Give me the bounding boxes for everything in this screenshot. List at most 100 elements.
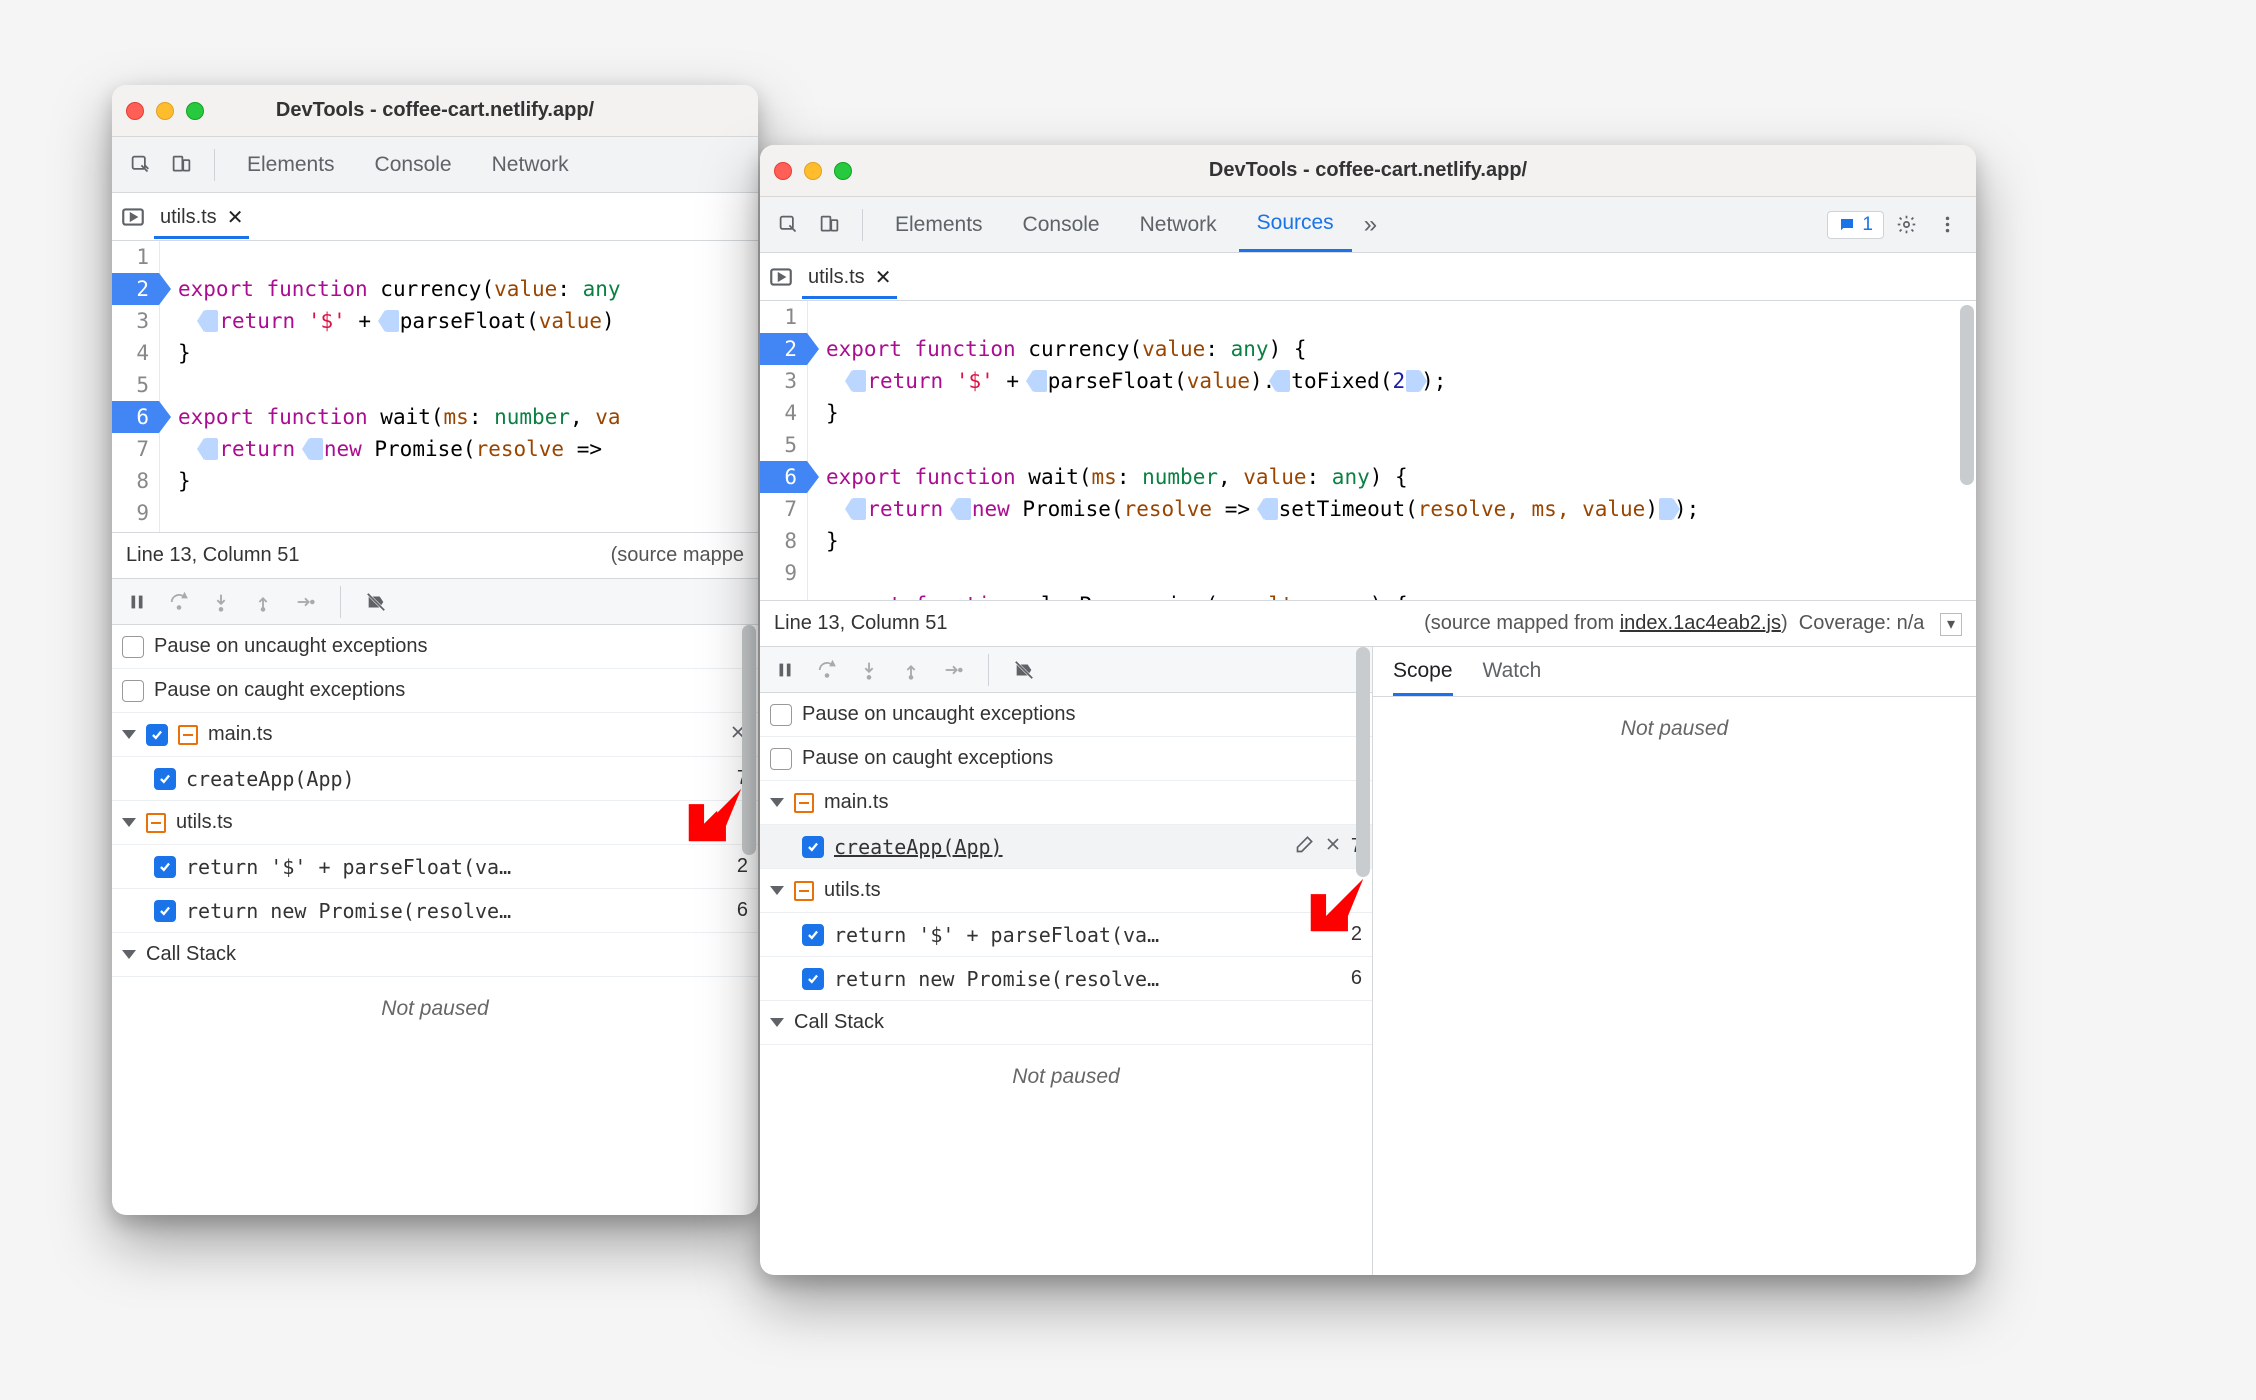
- group-checkbox[interactable]: [146, 724, 168, 746]
- scrollbar[interactable]: [742, 625, 756, 855]
- devtools-toolbar: Elements Console Network: [112, 137, 758, 193]
- bp-item[interactable]: return '$' + parseFloat(va… 2: [760, 913, 1372, 957]
- step-into-icon[interactable]: [204, 585, 238, 619]
- inspect-element-icon[interactable]: [122, 148, 159, 181]
- bp-checkbox[interactable]: [154, 768, 176, 790]
- pause-icon[interactable]: [768, 653, 802, 687]
- bp-item[interactable]: createApp(App) 7: [760, 825, 1372, 869]
- scrollbar[interactable]: [1960, 305, 1974, 485]
- step-out-icon[interactable]: [894, 653, 928, 687]
- inspect-element-icon[interactable]: [770, 208, 807, 241]
- issues-badge[interactable]: 1: [1827, 211, 1884, 239]
- bp-item[interactable]: createApp(App) 7: [112, 757, 758, 801]
- minimize-window-button[interactable]: [156, 102, 174, 120]
- checkbox-pause-caught[interactable]: [770, 748, 792, 770]
- maximize-window-button[interactable]: [834, 162, 852, 180]
- expand-caret-icon[interactable]: [770, 1018, 784, 1027]
- maximize-window-button[interactable]: [186, 102, 204, 120]
- kebab-menu-icon[interactable]: [1929, 208, 1966, 241]
- minimize-window-button[interactable]: [804, 162, 822, 180]
- step-icon[interactable]: [936, 653, 970, 687]
- bp-item[interactable]: return '$' + parseFloat(va… 2: [112, 845, 758, 889]
- file-tab-utils[interactable]: utils.ts ✕: [802, 255, 897, 299]
- bp-group-utils[interactable]: utils.ts: [760, 869, 1372, 913]
- bp-line: 6: [1351, 967, 1362, 990]
- not-paused-label: Not paused: [760, 1045, 1372, 1099]
- titlebar: DevTools - coffee-cart.netlify.app/: [760, 145, 1976, 197]
- tab-watch[interactable]: Watch: [1483, 659, 1542, 696]
- call-stack-header[interactable]: Call Stack: [112, 933, 758, 977]
- call-stack-header[interactable]: Call Stack: [760, 1001, 1372, 1045]
- step-over-icon[interactable]: [810, 653, 844, 687]
- expand-caret-icon[interactable]: [122, 818, 136, 827]
- tab-elements[interactable]: Elements: [229, 143, 353, 187]
- traffic-lights: [774, 162, 852, 180]
- bp-file-label: main.ts: [824, 791, 888, 814]
- tab-console[interactable]: Console: [357, 143, 470, 187]
- file-tabs: utils.ts ✕: [112, 193, 758, 241]
- step-into-icon[interactable]: [852, 653, 886, 687]
- bp-checkbox[interactable]: [154, 900, 176, 922]
- gutter[interactable]: 1234 56789: [760, 301, 808, 600]
- navigator-toggle-icon[interactable]: [120, 204, 146, 230]
- bp-checkbox[interactable]: [802, 924, 824, 946]
- close-window-button[interactable]: [774, 162, 792, 180]
- settings-icon[interactable]: [1888, 208, 1925, 241]
- close-tab-icon[interactable]: ✕: [227, 205, 244, 230]
- expand-caret-icon[interactable]: [770, 886, 784, 895]
- expand-caret-icon[interactable]: [122, 730, 136, 739]
- scrollbar[interactable]: [1356, 647, 1370, 877]
- tab-network[interactable]: Network: [1122, 203, 1235, 247]
- step-over-icon[interactable]: [162, 585, 196, 619]
- deactivate-breakpoints-icon[interactable]: [359, 585, 393, 619]
- checkbox-pause-uncaught[interactable]: [122, 636, 144, 658]
- coverage-toggle-icon[interactable]: ▾: [1940, 613, 1962, 636]
- tab-console[interactable]: Console: [1005, 203, 1118, 247]
- tab-network[interactable]: Network: [474, 143, 587, 187]
- cursor-position: Line 13, Column 51: [126, 544, 299, 567]
- close-window-button[interactable]: [126, 102, 144, 120]
- bp-file-label: utils.ts: [824, 879, 881, 902]
- bp-item[interactable]: return new Promise(resolve… 6: [112, 889, 758, 933]
- code-editor[interactable]: 1234 56789 export function currency(valu…: [112, 241, 758, 533]
- tab-elements[interactable]: Elements: [877, 203, 1001, 247]
- bp-checkbox[interactable]: [154, 856, 176, 878]
- file-tab-label: utils.ts: [808, 266, 865, 289]
- titlebar: DevTools - coffee-cart.netlify.app/: [112, 85, 758, 137]
- step-out-icon[interactable]: [246, 585, 280, 619]
- debugger-panes: Pause on uncaught exceptions Pause on ca…: [112, 625, 758, 1215]
- devtools-window: DevTools - coffee-cart.netlify.app/ Elem…: [760, 145, 1976, 1275]
- navigator-toggle-icon[interactable]: [768, 264, 794, 290]
- source-text[interactable]: export function currency(value: any retu…: [160, 241, 758, 532]
- bp-group-main[interactable]: main.ts: [760, 781, 1372, 825]
- bp-item[interactable]: return new Promise(resolve… 6: [760, 957, 1372, 1001]
- tab-sources[interactable]: Sources: [1239, 197, 1352, 252]
- pause-caught-label: Pause on caught exceptions: [802, 747, 1053, 770]
- code-editor[interactable]: 1234 56789 export function currency(valu…: [760, 301, 1976, 601]
- window-title: DevTools - coffee-cart.netlify.app/: [760, 159, 1976, 182]
- tab-scope[interactable]: Scope: [1393, 659, 1453, 696]
- device-toolbar-icon[interactable]: [163, 148, 200, 181]
- source-mapped-label: (source mapped from index.1ac4eab2.js) C…: [1424, 612, 1962, 635]
- edit-breakpoint-icon[interactable]: [1295, 834, 1315, 860]
- source-map-link[interactable]: index.1ac4eab2.js: [1620, 612, 1781, 634]
- source-text[interactable]: export function currency(value: any) { r…: [808, 301, 1976, 600]
- file-icon: [794, 793, 814, 813]
- bp-checkbox[interactable]: [802, 836, 824, 858]
- bp-checkbox[interactable]: [802, 968, 824, 990]
- device-toolbar-icon[interactable]: [811, 208, 848, 241]
- step-icon[interactable]: [288, 585, 322, 619]
- expand-caret-icon[interactable]: [122, 950, 136, 959]
- bp-group-main[interactable]: main.ts: [112, 713, 758, 757]
- pause-icon[interactable]: [120, 585, 154, 619]
- remove-breakpoint-icon[interactable]: [1323, 834, 1343, 860]
- gutter[interactable]: 1234 56789: [112, 241, 160, 532]
- more-tabs-icon[interactable]: »: [1356, 205, 1385, 245]
- file-tab-utils[interactable]: utils.ts ✕: [154, 195, 249, 239]
- checkbox-pause-uncaught[interactable]: [770, 704, 792, 726]
- checkbox-pause-caught[interactable]: [122, 680, 144, 702]
- bp-group-utils[interactable]: utils.ts: [112, 801, 758, 845]
- deactivate-breakpoints-icon[interactable]: [1007, 653, 1041, 687]
- close-tab-icon[interactable]: ✕: [875, 265, 892, 290]
- expand-caret-icon[interactable]: [770, 798, 784, 807]
